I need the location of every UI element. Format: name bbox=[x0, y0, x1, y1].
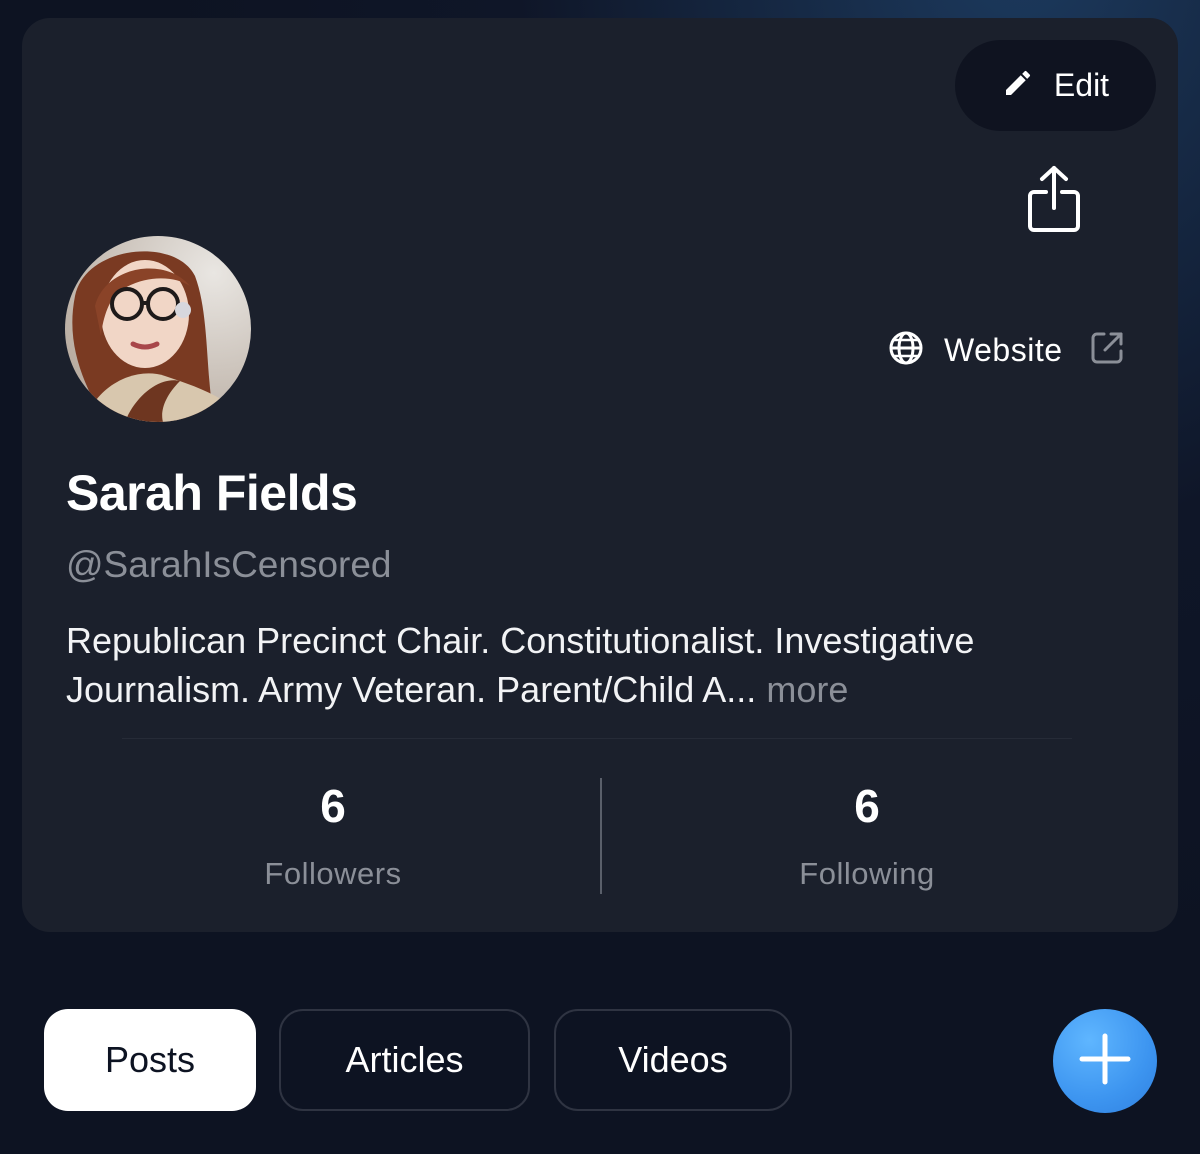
edit-button-label: Edit bbox=[1053, 67, 1110, 103]
plus-icon bbox=[1078, 1032, 1132, 1091]
avatar[interactable] bbox=[65, 236, 251, 422]
profile-handle: @SarahIsCensored bbox=[66, 544, 392, 585]
stats-divider bbox=[122, 738, 1072, 739]
followers-label: Followers bbox=[264, 856, 402, 891]
followers-stat[interactable]: 6 Followers bbox=[183, 778, 483, 892]
profile-bio: Republican Precinct Chair. Constitutiona… bbox=[66, 616, 1146, 714]
tab-posts[interactable]: Posts bbox=[44, 1009, 256, 1111]
followers-count: 6 bbox=[320, 780, 346, 832]
website-label: Website bbox=[944, 331, 1063, 368]
share-button[interactable] bbox=[1022, 163, 1086, 239]
tab-videos[interactable]: Videos bbox=[554, 1009, 792, 1111]
bio-more-link[interactable]: more bbox=[766, 669, 848, 710]
create-post-button[interactable] bbox=[1053, 1009, 1157, 1113]
following-stat[interactable]: 6 Following bbox=[717, 778, 1017, 892]
globe-icon bbox=[888, 330, 924, 371]
external-link-icon bbox=[1089, 330, 1125, 371]
edit-button[interactable]: Edit bbox=[955, 40, 1156, 131]
following-count: 6 bbox=[854, 780, 880, 832]
stats-separator bbox=[600, 778, 602, 894]
following-label: Following bbox=[799, 856, 935, 891]
share-icon bbox=[1026, 164, 1082, 239]
profile-name: Sarah Fields bbox=[66, 465, 358, 521]
tab-articles[interactable]: Articles bbox=[279, 1009, 530, 1111]
profile-page: Edit Website Sarah Fields @SarahIsCensor… bbox=[0, 0, 1200, 1154]
website-link[interactable]: Website bbox=[888, 326, 1125, 374]
pencil-icon bbox=[1002, 67, 1034, 104]
profile-card: Edit Website Sarah Fields @SarahIsCensor… bbox=[22, 18, 1178, 932]
